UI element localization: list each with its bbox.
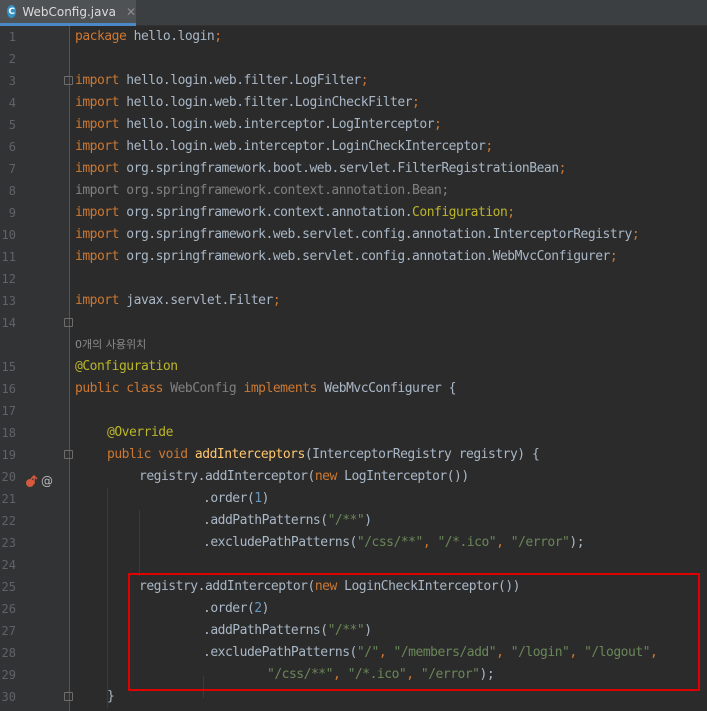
line-number: 19: [1, 448, 16, 462]
editor-tab-bar: C WebConfig.java ✕: [0, 0, 707, 26]
line-number: 20: [1, 470, 16, 484]
line-number: 23: [1, 536, 16, 550]
java-class-icon: C: [7, 5, 17, 18]
line-number: 28: [1, 646, 16, 660]
tab-label: WebConfig.java: [22, 4, 116, 19]
code-line: package hello.login;: [75, 29, 222, 44]
line-number: 3: [8, 74, 16, 88]
line-number: 26: [1, 602, 16, 616]
code-line: import org.springframework.web.servlet.c…: [75, 227, 640, 242]
line-number: 6: [8, 140, 16, 154]
line-number: 16: [1, 382, 16, 396]
code-line: public class WebConfig implements WebMvc…: [75, 381, 457, 396]
line-number: 12: [1, 272, 16, 286]
close-icon[interactable]: ✕: [126, 5, 136, 19]
code-line: import hello.login.web.filter.LoginCheck…: [75, 95, 420, 110]
code-line: import org.springframework.boot.web.serv…: [75, 161, 566, 176]
line-number: 27: [1, 624, 16, 638]
line-number: 22: [1, 514, 16, 528]
code-line: import org.springframework.web.servlet.c…: [75, 249, 618, 264]
code-line: import hello.login.web.interceptor.Login…: [75, 139, 493, 154]
usages-hint[interactable]: 0개의 사용위치: [75, 334, 146, 356]
line-number: 5: [8, 118, 16, 132]
code-line: import javax.servlet.Filter;: [75, 293, 281, 308]
line-number: 8: [8, 184, 16, 198]
line-number: 9: [8, 206, 16, 220]
code-line-unused-import: import org.springframework.context.annot…: [75, 183, 449, 198]
code-editor[interactable]: @ 1 2 3 4 5 6 7 8 9 10 11 12 13 14 15 16…: [0, 26, 707, 711]
code-line: import org.springframework.context.annot…: [75, 205, 515, 220]
line-number: 29: [1, 668, 16, 682]
tab-webconfig[interactable]: C WebConfig.java ✕: [0, 0, 136, 26]
code-line: .addPathPatterns("/**"): [203, 513, 372, 528]
line-number: 17: [1, 404, 16, 418]
line-number: 11: [1, 250, 16, 264]
code-line: @Configuration: [75, 359, 178, 374]
line-number: 1: [8, 30, 16, 44]
code-line: import hello.login.web.interceptor.LogIn…: [75, 117, 442, 132]
line-number: 2: [8, 52, 16, 66]
code-line: .order(1): [203, 491, 269, 506]
code-line: }: [107, 689, 115, 704]
highlight-annotation-box: [128, 573, 700, 691]
line-number: 21: [1, 492, 16, 506]
line-number: 15: [1, 360, 16, 374]
line-number: 4: [8, 96, 16, 110]
code-line: registry.addInterceptor(new LogIntercept…: [139, 469, 469, 484]
line-number: 25: [1, 580, 16, 594]
line-number: 18: [1, 426, 16, 440]
line-number: 24: [1, 558, 16, 572]
code-line: @Override: [107, 425, 173, 440]
code-line: .excludePathPatterns("/css/**", "/*.ico"…: [203, 535, 585, 550]
line-number: 7: [8, 162, 16, 176]
line-number: 14: [1, 316, 16, 330]
line-number: 10: [1, 228, 16, 242]
line-number: 30: [1, 690, 16, 704]
line-number: 13: [1, 294, 16, 308]
code-line: import hello.login.web.filter.LogFilter;: [75, 73, 369, 88]
code-line: public void addInterceptors(InterceptorR…: [107, 447, 540, 462]
